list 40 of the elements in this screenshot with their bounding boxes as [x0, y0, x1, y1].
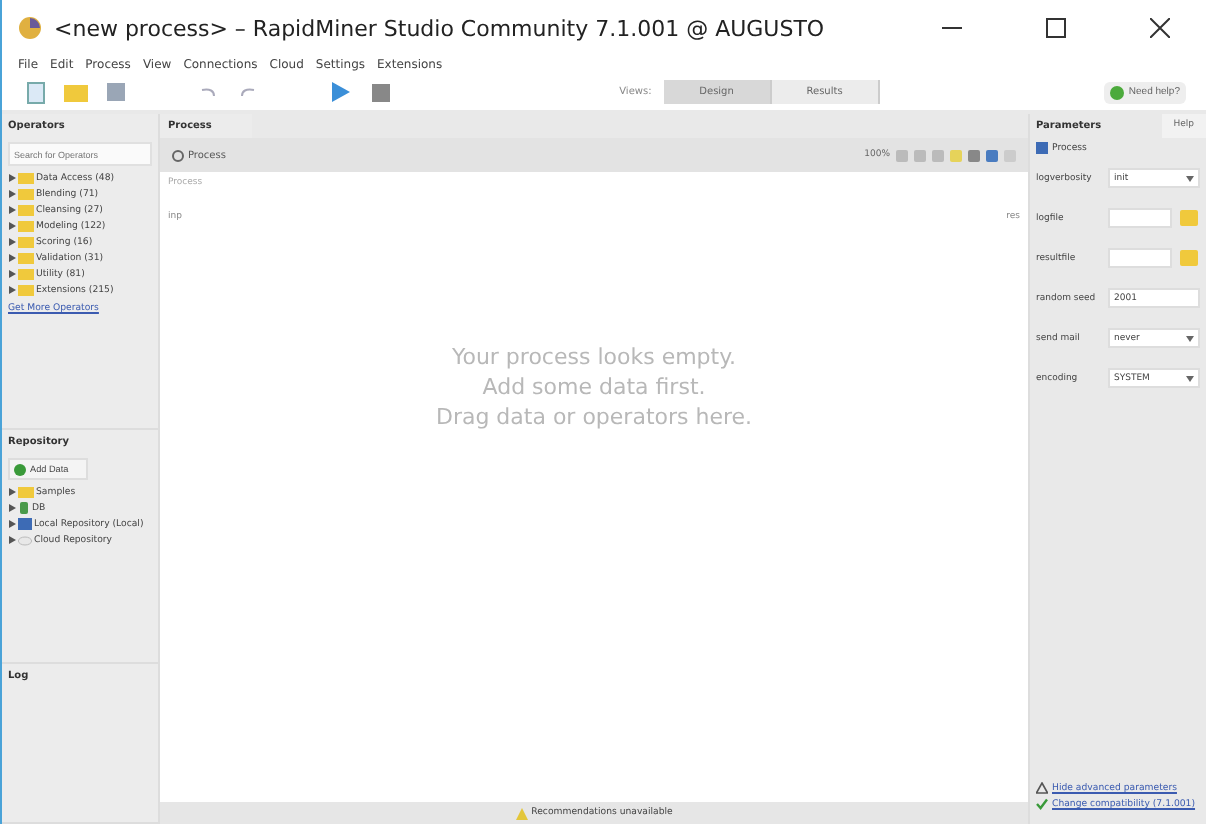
expand-arrow-icon[interactable]	[8, 238, 16, 246]
expand-arrow-icon[interactable]	[8, 270, 16, 278]
check-icon	[1036, 798, 1048, 810]
play-icon[interactable]	[331, 82, 349, 102]
expand-arrow-icon[interactable]	[8, 174, 16, 182]
dropdown-caret-icon	[1186, 375, 1194, 381]
window-title: <new process> – RapidMiner Studio Community 7.1.001 @ AUGUSTO	[54, 15, 827, 41]
expand-arrow-icon[interactable]	[8, 190, 16, 198]
redo-icon[interactable]	[238, 84, 258, 100]
database-icon	[18, 502, 30, 514]
plus-icon	[14, 463, 26, 475]
maximize-icon[interactable]	[1046, 18, 1066, 38]
empty-hint: Drag data or operators here.	[435, 402, 753, 432]
stop-icon[interactable]	[371, 83, 389, 101]
dropdown-caret-icon	[1186, 175, 1194, 181]
help-icon	[1110, 85, 1125, 99]
undo-icon[interactable]	[198, 84, 218, 100]
expand-arrow-icon[interactable]	[8, 286, 16, 294]
close-icon[interactable]	[1150, 18, 1170, 38]
process-icon	[1036, 142, 1048, 154]
cloud-icon	[18, 534, 32, 546]
expand-arrow-icon[interactable]	[8, 504, 16, 512]
expand-arrow-icon[interactable]	[8, 536, 16, 544]
dropdown-caret-icon	[1186, 335, 1194, 341]
warning-icon	[1036, 782, 1048, 794]
expand-arrow-icon[interactable]	[8, 254, 16, 262]
empty-hint: Your process looks empty.	[451, 342, 737, 372]
repository-icon	[18, 518, 32, 530]
parameter-field[interactable]	[1108, 248, 1172, 268]
parameter-field[interactable]	[1108, 208, 1172, 228]
expand-arrow-icon[interactable]	[8, 222, 16, 230]
expand-arrow-icon[interactable]	[8, 488, 16, 496]
expand-arrow-icon[interactable]	[8, 206, 16, 214]
warning-icon	[515, 807, 528, 819]
new-file-icon[interactable]	[26, 81, 46, 103]
expand-arrow-icon[interactable]	[8, 520, 16, 528]
app-logo-icon	[18, 16, 42, 40]
save-icon[interactable]	[106, 82, 126, 102]
empty-hint: Add some data first.	[482, 372, 706, 402]
folder-icon	[18, 486, 34, 498]
